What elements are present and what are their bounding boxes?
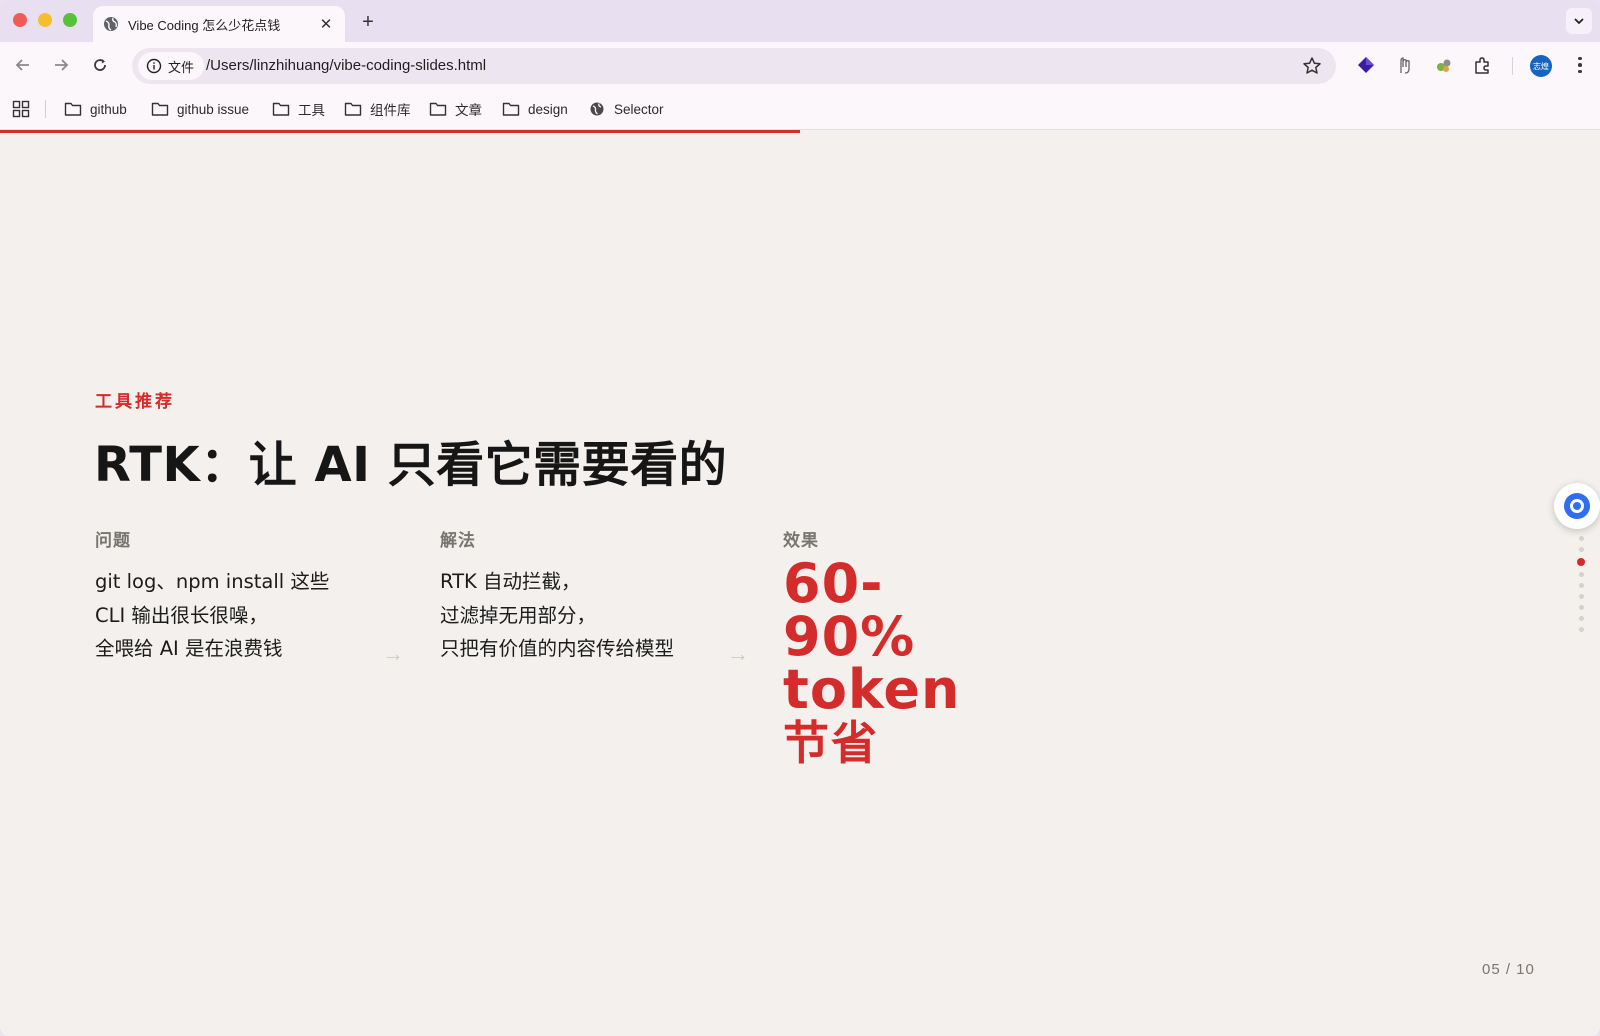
globe-icon — [104, 17, 118, 31]
folder-icon — [151, 102, 169, 116]
column-line: CLI 输出很长很噪， — [95, 603, 268, 627]
folder-icon — [272, 102, 290, 116]
bookmarks-bar: github github issue 工具 组件库 文章 design Sel… — [0, 88, 1600, 130]
forward-arrow-icon — [55, 59, 69, 71]
folder-icon — [502, 102, 520, 116]
site-info-chip[interactable]: 文件 — [138, 52, 205, 80]
flow-arrow: → — [727, 641, 749, 666]
back-arrow-icon — [15, 59, 29, 71]
chevron-down-icon — [1574, 18, 1584, 25]
result-line: token — [783, 658, 961, 721]
slide-headline: RTK：让 AI 只看它需要看的 — [94, 437, 728, 493]
column-line: RTK 自动拦截， — [440, 570, 581, 593]
nav-dot[interactable] — [1578, 536, 1584, 541]
url-text[interactable]: /Users/linzhihuang/vibe-coding-slides.ht… — [206, 57, 486, 74]
reload-button[interactable] — [88, 53, 112, 77]
profile-avatar[interactable]: 志煌 — [1530, 55, 1552, 77]
toolbar: 文件 /Users/linzhihuang/vibe-coding-slides… — [0, 42, 1600, 88]
extension-hand-icon[interactable] — [1394, 54, 1416, 76]
column-line: git log、npm install 这些 — [95, 570, 330, 593]
extension-puzzle-color-icon[interactable] — [1433, 54, 1455, 76]
column-problem: 问题 git log、npm install 这些 CLI 输出很长很噪， 全喂… — [95, 526, 329, 666]
folder-icon — [64, 102, 82, 116]
extension-diamond-icon[interactable] — [1355, 54, 1377, 76]
back-button[interactable] — [11, 53, 35, 77]
site-info-label: 文件 — [168, 59, 195, 75]
column-label: 效果 — [783, 531, 819, 551]
column-line: 全喂给 AI 是在浪费钱 — [95, 637, 283, 660]
bookmark-label: design — [528, 101, 568, 117]
info-icon — [146, 58, 162, 74]
bookmark-articles[interactable]: 文章 — [429, 98, 482, 120]
bookmarks-divider — [45, 100, 46, 118]
column-body: git log、npm install 这些 CLI 输出很长很噪， 全喂给 A… — [95, 565, 329, 666]
bookmark-label: 工具 — [298, 103, 325, 118]
column-label: 解法 — [440, 531, 476, 551]
bookmark-star-icon[interactable] — [1302, 56, 1322, 76]
nav-dot[interactable] — [1578, 547, 1584, 552]
extensions-puzzle-icon[interactable] — [1472, 54, 1494, 76]
folder-icon — [344, 102, 362, 116]
close-tab-icon[interactable]: ✕ — [317, 15, 335, 33]
tab-search-button[interactable] — [1566, 8, 1592, 34]
tab-active[interactable]: Vibe Coding 怎么少花点钱 ✕ — [93, 6, 345, 42]
bookmark-label: 组件库 — [370, 103, 411, 118]
result-figure: 60- 90% token 节省 — [783, 552, 961, 771]
tab-title: Vibe Coding 怎么少花点钱 — [128, 17, 281, 33]
slide-eyebrow: 工具推荐 — [95, 392, 175, 412]
column-result: 效果 60- 90% token 节省 — [783, 526, 960, 770]
nav-dot[interactable] — [1578, 627, 1584, 632]
nav-dot-active[interactable] — [1577, 558, 1585, 566]
chat-bubble-icon — [1564, 493, 1590, 519]
assistant-floating-button[interactable] — [1554, 483, 1600, 529]
nav-dot[interactable] — [1578, 616, 1584, 621]
slide-page-counter: 05 / 10 — [1482, 961, 1535, 978]
bookmark-github-issue[interactable]: github issue — [151, 98, 249, 120]
address-bar[interactable]: 文件 /Users/linzhihuang/vibe-coding-slides… — [132, 48, 1336, 84]
globe-icon — [590, 102, 604, 116]
slide-content: 工具推荐 RTK：让 AI 只看它需要看的 问题 git log、npm ins… — [0, 133, 1600, 1036]
bookmark-label: Selector — [614, 101, 664, 117]
bookmark-label: github — [90, 101, 127, 117]
slide-nav-dots — [1577, 536, 1585, 638]
bookmark-tools[interactable]: 工具 — [272, 98, 325, 120]
apps-grid-icon[interactable] — [12, 100, 30, 118]
bookmark-components[interactable]: 组件库 — [344, 98, 411, 120]
browser-window: Vibe Coding 怎么少花点钱 ✕ + 文件 /Users/linzhih… — [0, 0, 1600, 1036]
result-line: 90% — [783, 605, 916, 668]
folder-icon — [429, 102, 447, 116]
flow-arrow: → — [382, 641, 404, 666]
bookmark-selector[interactable]: Selector — [588, 98, 664, 120]
bookmark-label: 文章 — [455, 103, 482, 118]
new-tab-button[interactable]: + — [356, 10, 380, 34]
more-menu-icon[interactable] — [1570, 54, 1590, 76]
column-line: 只把有价值的内容传给模型 — [440, 637, 675, 660]
nav-dot[interactable] — [1578, 572, 1584, 577]
reload-icon — [94, 59, 106, 71]
minimize-window-button[interactable] — [38, 13, 52, 27]
bookmark-design[interactable]: design — [502, 98, 568, 120]
result-line: 节省 — [783, 716, 879, 770]
maximize-window-button[interactable] — [63, 13, 77, 27]
column-body: RTK 自动拦截， 过滤掉无用部分， 只把有价值的内容传给模型 — [440, 565, 674, 666]
bookmark-github[interactable]: github — [64, 98, 127, 120]
nav-dot[interactable] — [1578, 594, 1584, 599]
nav-dot[interactable] — [1578, 605, 1584, 610]
close-window-button[interactable] — [13, 13, 27, 27]
column-solution: 解法 RTK 自动拦截， 过滤掉无用部分， 只把有价值的内容传给模型 — [440, 526, 674, 666]
column-line: 过滤掉无用部分， — [440, 603, 597, 627]
column-label: 问题 — [95, 531, 131, 551]
tab-strip: Vibe Coding 怎么少花点钱 ✕ + — [0, 0, 1600, 42]
nav-dot[interactable] — [1578, 583, 1584, 588]
forward-button[interactable] — [49, 53, 73, 77]
toolbar-divider — [1512, 57, 1513, 75]
bookmark-label: github issue — [177, 101, 250, 117]
result-line: 60- — [783, 552, 884, 615]
